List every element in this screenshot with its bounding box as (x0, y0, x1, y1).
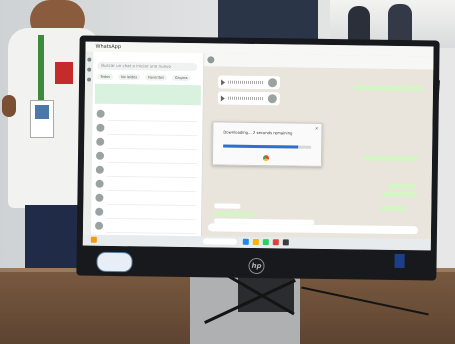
chat-sidebar: Buscar un chat o iniciar uno nuevo Todos… (90, 51, 205, 237)
taskbar-app-icon[interactable] (272, 239, 279, 246)
play-icon[interactable] (220, 95, 225, 102)
conversation-header[interactable] (204, 53, 434, 70)
avatar (96, 123, 105, 132)
outgoing-message[interactable] (353, 85, 425, 92)
chat-list-item[interactable] (94, 136, 200, 151)
download-status-text: Downloading... 2 seconds remaining (223, 129, 293, 136)
person-hand (2, 95, 16, 117)
taskbar-app-icon[interactable] (242, 238, 249, 245)
filter-chips: Todos No leídos Favoritos Grupos (97, 73, 201, 82)
filter-chip[interactable]: Todos (97, 73, 114, 80)
avatar (95, 165, 104, 174)
avatar (94, 221, 104, 230)
avatar (96, 109, 105, 118)
filter-chip[interactable]: Grupos (171, 74, 191, 82)
status-icon[interactable] (87, 67, 92, 72)
chat-list-item[interactable] (95, 108, 201, 123)
photo-scene: WhatsApp Buscar un chat o iniciar uno nu… (0, 0, 455, 344)
filter-chip[interactable]: Favoritos (145, 74, 168, 81)
voice-message[interactable] (217, 91, 280, 106)
red-patch (55, 62, 73, 84)
filter-chip[interactable]: No leídos (117, 74, 141, 81)
taskbar-search[interactable] (202, 238, 237, 245)
avatar (95, 193, 104, 202)
taskbar-app-icon[interactable] (252, 238, 259, 246)
chat-list-item[interactable] (94, 164, 200, 179)
incoming-message[interactable] (214, 203, 241, 209)
chrome-icon (262, 155, 270, 162)
outgoing-message[interactable] (387, 183, 416, 190)
taskbar-app-icon[interactable] (282, 239, 289, 246)
audio-waveform (227, 96, 264, 101)
outgoing-message[interactable] (214, 211, 255, 217)
avatar (267, 78, 278, 88)
chat-list-item[interactable] (93, 220, 199, 235)
id-badge (30, 100, 54, 138)
chat-list-item[interactable] (94, 150, 200, 165)
outgoing-message[interactable] (382, 191, 417, 198)
download-progress-bar (223, 144, 312, 149)
voice-message[interactable] (217, 75, 281, 90)
monitor-screen: WhatsApp Buscar un chat o iniciar uno nu… (82, 41, 434, 251)
chat-list-item[interactable] (93, 206, 199, 221)
avatar (95, 207, 104, 216)
chats-icon[interactable] (87, 57, 92, 62)
avatar (95, 151, 105, 160)
avatar (95, 179, 104, 188)
avatar (207, 56, 215, 64)
monitor-sticker (96, 251, 133, 273)
message-input[interactable] (207, 223, 419, 235)
avatar (96, 137, 105, 146)
windows-sticker (394, 253, 405, 269)
lanyard (38, 35, 44, 105)
poster-figure (388, 4, 412, 44)
monitor: WhatsApp Buscar un chat o iniciar uno nu… (76, 35, 440, 281)
audio-waveform (228, 80, 265, 85)
chat-list-item[interactable] (93, 192, 199, 207)
play-icon[interactable] (221, 79, 226, 86)
chat-list-item[interactable] (94, 178, 200, 193)
close-icon[interactable]: ✕ (315, 126, 318, 131)
outgoing-message[interactable] (380, 205, 407, 212)
search-input[interactable]: Buscar un chat o iniciar uno nuevo (97, 61, 198, 72)
outgoing-message[interactable] (362, 155, 419, 162)
download-dialog: ✕ Downloading... 2 seconds remaining (211, 121, 323, 167)
taskbar-app-icon[interactable] (262, 239, 269, 246)
channels-icon[interactable] (87, 77, 92, 82)
notification-banner[interactable] (94, 83, 202, 106)
windows-start-icon[interactable] (90, 236, 97, 243)
app-title: WhatsApp (95, 43, 122, 51)
avatar (267, 94, 277, 104)
download-progress-fill (223, 144, 298, 149)
hp-logo-icon: hp (248, 257, 265, 275)
chat-list-item[interactable] (94, 122, 200, 137)
